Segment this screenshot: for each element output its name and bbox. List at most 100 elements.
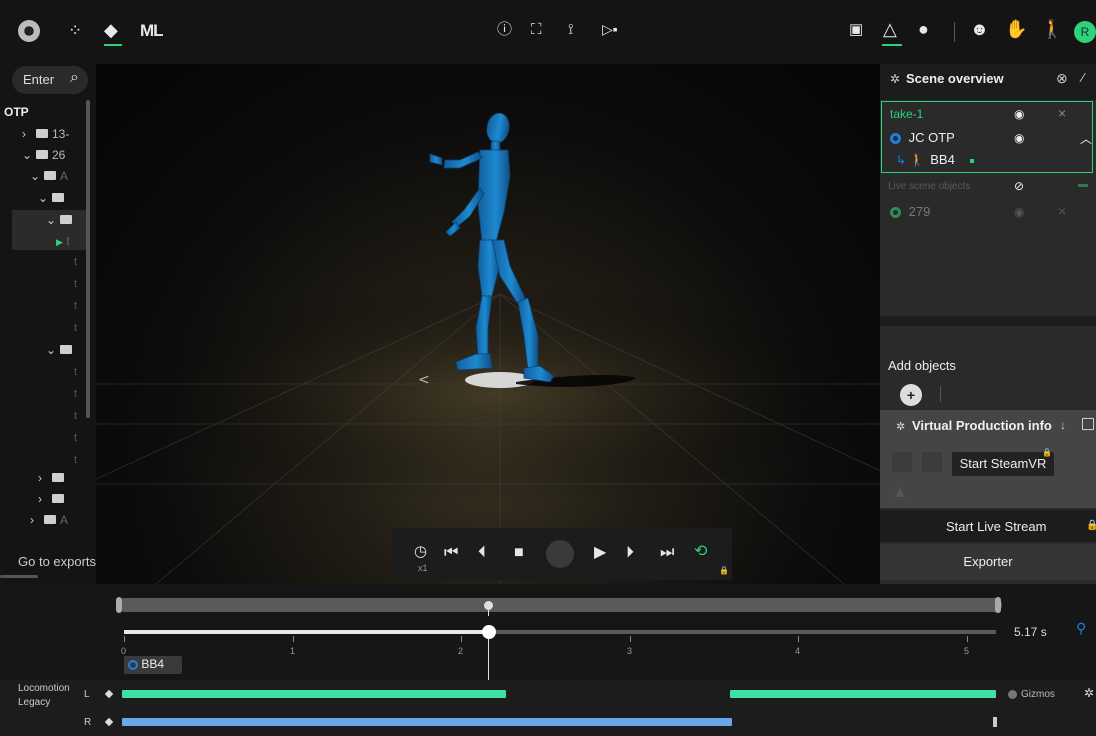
chevron-right-icon[interactable]: ›	[38, 489, 52, 509]
tree-item[interactable]: ›	[38, 489, 68, 509]
stream-icon[interactable]: ▷▪	[602, 22, 618, 36]
time-tick	[461, 636, 462, 642]
3d-viewport[interactable]: <	[96, 64, 880, 584]
add-object-button[interactable]: +	[900, 384, 922, 406]
tree-item[interactable]: ›	[38, 468, 68, 488]
tree-item[interactable]: › 13-	[22, 124, 69, 144]
left-foot-contact-bar[interactable]	[122, 690, 506, 698]
close-icon[interactable]: ×	[1058, 105, 1066, 121]
ml-tab[interactable]: ML	[140, 22, 164, 39]
chevron-right-icon[interactable]: ›	[30, 510, 44, 530]
body-scan-icon[interactable]: ⛶	[531, 22, 542, 37]
gear-icon[interactable]: ✲	[890, 72, 900, 86]
tree-item-dim[interactable]: t	[74, 274, 77, 294]
eye-icon[interactable]: ◉	[1014, 107, 1024, 121]
live-object-row[interactable]: 279	[890, 204, 930, 219]
download-icon[interactable]: ↓	[1060, 418, 1066, 432]
live-scene-objects-label: Live scene objects	[888, 181, 971, 192]
time-tick-label: 1	[290, 646, 296, 656]
tree-root-label[interactable]: OTP	[4, 102, 29, 122]
figure-icon[interactable]: 🚶	[1041, 20, 1063, 38]
take-label[interactable]: take-1	[890, 107, 923, 121]
playhead-handle[interactable]	[482, 625, 496, 639]
character-chip[interactable]: BB4	[124, 656, 182, 674]
info-icon[interactable]: ⓘ	[497, 22, 512, 37]
toolbar-divider	[954, 22, 955, 42]
skip-to-end-icon[interactable]: ⏭	[660, 545, 674, 561]
start-live-stream-button[interactable]: Start Live Stream	[946, 519, 1046, 534]
gizmos-toggle[interactable]: Gizmos	[1008, 689, 1055, 700]
floor-glow	[126, 284, 866, 504]
chevron-down-icon[interactable]: ⌄	[22, 145, 36, 165]
zoom-icon[interactable]: ⚲	[1076, 620, 1086, 637]
tree-item-dim[interactable]: t	[74, 450, 77, 470]
actor-row[interactable]: JC OTP	[890, 130, 955, 145]
avatar-lock-icon[interactable]: ☻	[970, 20, 989, 38]
tree-item[interactable]: ⌄	[38, 188, 68, 208]
tree-item-dim[interactable]: t	[74, 318, 77, 338]
user-avatar[interactable]: R	[1074, 21, 1096, 43]
clapper-icon[interactable]: ▣	[849, 22, 863, 37]
layers-icon[interactable]: ◆	[104, 21, 118, 39]
exporter-button[interactable]: Exporter	[880, 544, 1096, 580]
grid-dots-icon[interactable]: ⁘	[68, 22, 82, 39]
pose-icon[interactable]: ⟟	[568, 22, 574, 37]
chevron-down-icon[interactable]: ⌄	[46, 210, 60, 230]
lock-icon: 🔒	[719, 566, 729, 575]
tree-item-dim[interactable]: t	[74, 384, 77, 404]
tree-item[interactable]: ⌄ 26	[22, 145, 65, 165]
chevron-right-icon[interactable]: ›	[38, 468, 52, 488]
range-playhead-marker[interactable]	[484, 601, 493, 610]
gear-icon[interactable]: ✲	[1084, 686, 1094, 700]
start-steamvr-button[interactable]: Start SteamVR	[952, 452, 1054, 476]
tree-item-dim[interactable]: t	[74, 252, 77, 272]
virtual-production-title: Virtual Production info	[912, 418, 1052, 433]
sidebar-horizontal-scrollbar[interactable]	[0, 575, 38, 578]
skip-to-start-icon[interactable]: ⏮	[444, 545, 458, 561]
external-window-icon[interactable]	[1082, 418, 1094, 430]
tree-item[interactable]: ⌄	[46, 210, 76, 230]
stop-icon[interactable]: ■	[514, 545, 524, 561]
sidebar-scrollbar[interactable]	[86, 100, 90, 418]
chevron-down-icon[interactable]: ⌄	[30, 166, 44, 186]
chevron-down-icon[interactable]: ⌄	[46, 340, 60, 360]
tree-item-dim[interactable]: t	[74, 406, 77, 426]
cone-lock-icon[interactable]: △	[883, 20, 897, 38]
time-tick	[124, 636, 125, 642]
range-end-handle[interactable]	[995, 597, 1001, 613]
chevron-right-icon[interactable]: ›	[22, 124, 36, 144]
right-foot-contact-bar[interactable]	[122, 718, 732, 726]
tree-item[interactable]: ⌄ A	[30, 166, 68, 186]
tree-item-dim[interactable]: t	[74, 428, 77, 448]
sphere-lock-icon[interactable]: ●	[918, 20, 929, 38]
tree-item-label: A	[60, 169, 69, 183]
character-row[interactable]: ↳ 🚶 BB4	[896, 152, 975, 167]
tree-item-selected[interactable]: ▶ t	[56, 231, 70, 251]
magic-wand-icon[interactable]: ⁄	[1082, 70, 1084, 85]
gear-icon[interactable]: ✲	[896, 420, 905, 433]
eye-off-icon[interactable]: ⊘	[1014, 179, 1024, 193]
analytics-icon[interactable]: ⊗	[1056, 70, 1068, 87]
close-icon[interactable]: ×	[1058, 203, 1066, 219]
tree-item[interactable]: › A	[30, 510, 68, 530]
step-back-icon[interactable]: ⏴	[478, 545, 486, 561]
left-foot-contact-bar[interactable]	[730, 690, 996, 698]
search-icon[interactable]: ⌕	[70, 69, 79, 87]
hand-icon[interactable]: ✋	[1005, 20, 1027, 38]
eye-icon[interactable]: ◉	[1014, 205, 1024, 219]
chevron-down-icon[interactable]: ⌄	[38, 188, 52, 208]
clock-speed-icon[interactable]: ◷	[414, 544, 427, 559]
loop-icon[interactable]: ⟲	[694, 544, 707, 560]
range-start-handle[interactable]	[116, 597, 122, 613]
eye-icon[interactable]: ◉	[1014, 131, 1024, 145]
app-logo-icon[interactable]	[18, 20, 40, 42]
record-button[interactable]	[546, 540, 574, 568]
play-icon[interactable]: ▶	[594, 545, 606, 561]
tree-item-dim[interactable]: t	[74, 296, 77, 316]
range-selector[interactable]	[118, 598, 1002, 612]
tree-item-dim[interactable]: t	[74, 362, 77, 382]
chevron-up-icon[interactable]: ︿	[1080, 130, 1092, 147]
search-input[interactable]: Enter ⌕	[12, 66, 88, 94]
tree-item[interactable]: ⌄	[46, 340, 76, 360]
step-forward-icon[interactable]: ⏵	[626, 545, 634, 561]
